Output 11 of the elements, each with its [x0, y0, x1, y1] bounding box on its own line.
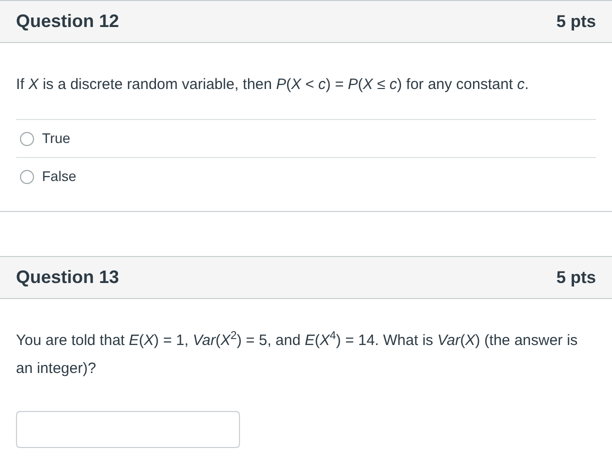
question-points: 5 pts: [556, 266, 596, 289]
question-title: Question 12: [16, 10, 120, 33]
question-points: 5 pts: [556, 10, 596, 33]
option-label[interactable]: True: [42, 128, 70, 149]
answer-field[interactable]: [16, 411, 240, 448]
radio-button[interactable]: [20, 132, 34, 146]
option-label[interactable]: False: [42, 166, 76, 187]
question-text: You are told that E(X) = 1, Var(X$^{2}$) = 5, and E(X$^{4}$) = 14. What is Var(X) (the answer is an integer)?: [16, 329, 579, 379]
question-title: Question 13: [16, 266, 120, 289]
radio-button[interactable]: [20, 170, 34, 184]
question-text: If X is a discrete random variable, then P(X < c) = P(X ≤ c) for any constant c.: [16, 75, 530, 95]
